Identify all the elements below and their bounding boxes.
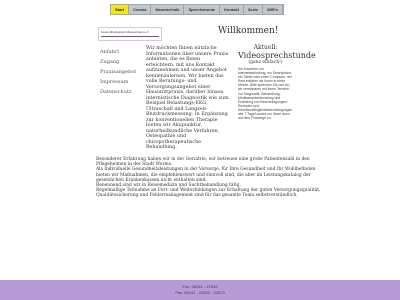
video-consultation-box: Aktuell: Videosprechstunde (ganz einfach… — [238, 44, 316, 121]
tab-aerzte[interactable]: Ärzte — [244, 5, 264, 14]
tab-kontakt[interactable]: Kontakt — [220, 5, 245, 14]
logo-underline — [101, 36, 159, 37]
top-navigation: Start Cosma Nanotechnik Sprechstunde Kon… — [110, 4, 285, 15]
paragraph-geriatrics: Besonderer Erfahrung haben wir in der Ge… — [96, 157, 310, 168]
footer-phone: Fon: 06241 - 27545 — [182, 284, 218, 289]
video-box-body: Sie brauchen nur Internetanbindung, ein … — [238, 67, 293, 121]
logo-text: Gesundheitspraxis Massenheim e.V. — [101, 30, 150, 34]
video-box-title: Videosprechstunde — [238, 51, 316, 60]
footer-fax: Fax: 06241 - 22622 - 22673 — [175, 290, 225, 295]
tab-wirs[interactable]: WIR's — [263, 5, 284, 14]
intro-paragraph: Wir möchten Ihnen nützliche Informatione… — [146, 46, 229, 150]
tab-nanotechnik[interactable]: Nanotechnik — [151, 5, 185, 14]
tab-start[interactable]: Start — [111, 5, 130, 14]
video-box-heading: Aktuell: — [253, 44, 278, 51]
tab-cosma[interactable]: Cosma — [129, 5, 152, 14]
practice-description: Besonderer Erfahrung haben wir in der Ge… — [96, 157, 326, 199]
paragraph-training: Regelmäßige Teilnahme an Fort- und Weite… — [96, 188, 321, 199]
practice-logo[interactable]: Gesundheitspraxis Massenheim e.V. — [98, 27, 162, 41]
page-title: Willkommen! — [218, 26, 279, 36]
footer-bar: Fon: 06241 - 27545 Fax: 06241 - 22622 - … — [0, 280, 400, 300]
tab-sprechstunde[interactable]: Sprechstunde — [184, 5, 221, 14]
video-box-subtitle: (ganz einfach!) — [248, 60, 283, 65]
paragraph-igel: Als Individuelle Gesundheitsleistungen i… — [96, 167, 316, 183]
